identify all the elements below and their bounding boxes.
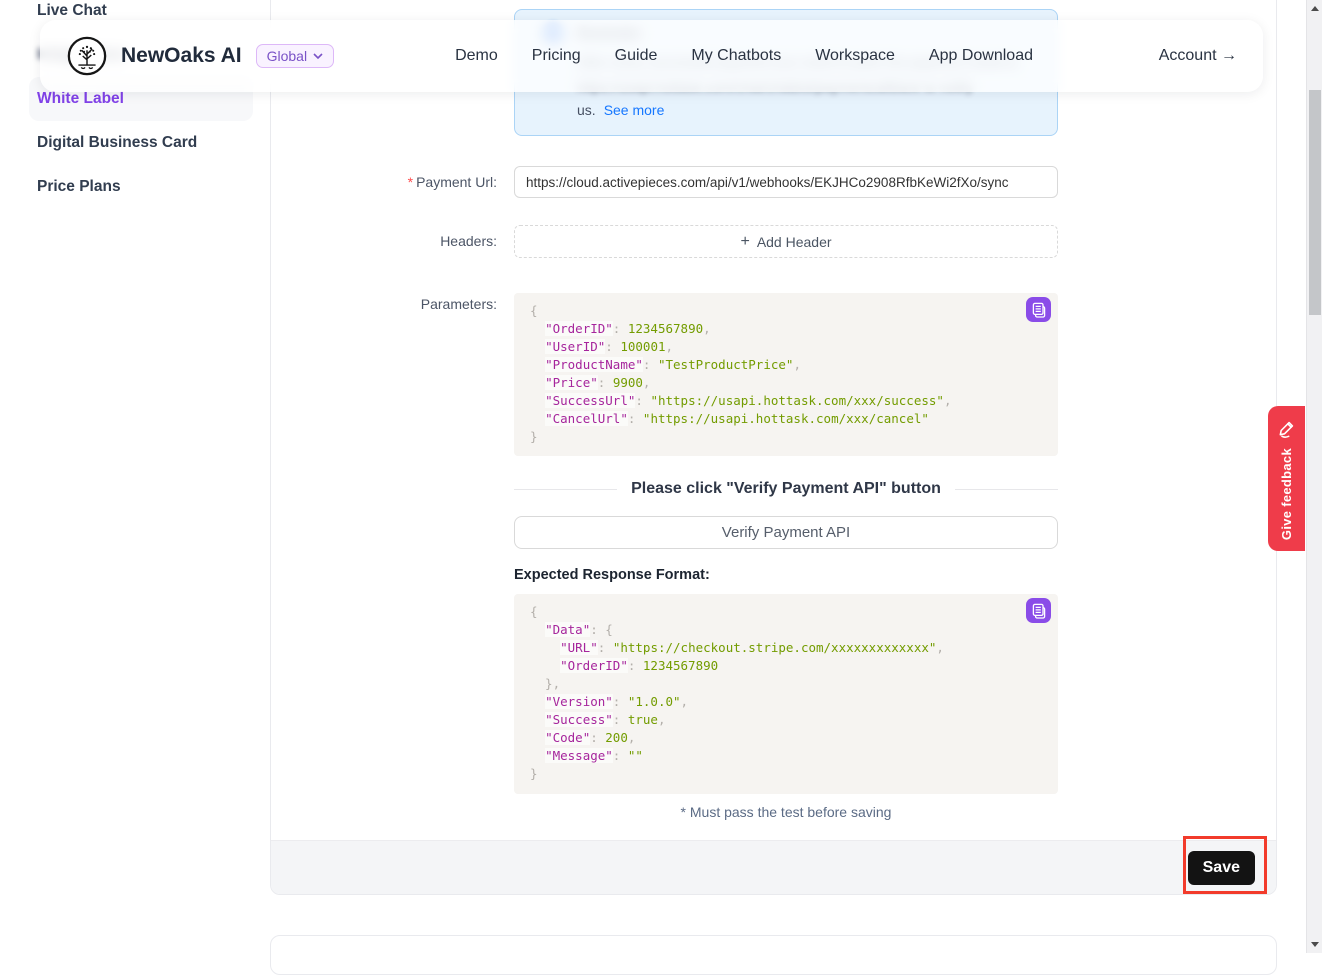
- oak-tree-logo[interactable]: [66, 35, 108, 77]
- pencil-icon: [1277, 418, 1297, 438]
- verify-payment-api-button[interactable]: Verify Payment API: [514, 516, 1058, 549]
- page-scrollbar[interactable]: [1306, 0, 1322, 953]
- payment-url-label: *Payment Url:: [271, 166, 497, 198]
- scrollbar-thumb[interactable]: [1309, 90, 1321, 315]
- parameters-code-block: { "OrderID": 1234567890, "UserID": 10000…: [514, 293, 1058, 456]
- response-json: { "Data": { "URL": "https://checkout.str…: [530, 603, 1042, 783]
- region-selector[interactable]: Global: [256, 44, 334, 68]
- plus-icon: +: [740, 234, 749, 250]
- up-arrow-icon[interactable]: [1311, 6, 1319, 11]
- headers-label: Headers:: [271, 225, 497, 258]
- white-label-panel: Reminder After every successful payment …: [270, 0, 1277, 895]
- copy-document-icon[interactable]: [1026, 598, 1051, 623]
- response-code-block: { "Data": { "URL": "https://checkout.str…: [514, 594, 1058, 794]
- payment-url-input[interactable]: [514, 166, 1058, 198]
- verify-instruction-divider: Please click "Verify Payment API" button: [514, 480, 1058, 498]
- nav-item-demo[interactable]: Demo: [455, 47, 498, 65]
- add-header-button[interactable]: + Add Header: [514, 225, 1058, 258]
- save-highlight-annotation: [1183, 836, 1267, 894]
- top-navbar: NewOaks AI Global Demo Pricing Guide My Cha…: [40, 20, 1263, 92]
- give-feedback-tab[interactable]: Give feedback: [1268, 406, 1305, 551]
- must-pass-note: * Must pass the test before saving: [514, 804, 1058, 820]
- nav-menu: Demo Pricing Guide My Chatbots Workspace App …: [455, 47, 1033, 65]
- next-section-card: [270, 935, 1277, 975]
- see-more-link[interactable]: See more: [604, 102, 665, 118]
- nav-item-pricing[interactable]: Pricing: [532, 47, 581, 65]
- account-link[interactable]: Account →: [1159, 47, 1237, 65]
- parameters-label: Parameters:: [271, 296, 497, 312]
- brand-name[interactable]: NewOaks AI: [121, 44, 242, 68]
- reminder-tail-text: us.See more: [577, 102, 664, 118]
- required-asterisk: *: [408, 174, 413, 190]
- expected-response-label: Expected Response Format:: [514, 567, 710, 583]
- nav-item-my-chatbots[interactable]: My Chatbots: [691, 47, 781, 65]
- sidebar-item-digital-business-card[interactable]: Digital Business Card: [0, 121, 270, 165]
- parameters-json: { "OrderID": 1234567890, "UserID": 10000…: [530, 302, 1042, 446]
- nav-item-app-download[interactable]: App Download: [929, 47, 1033, 65]
- panel-footer: Save: [271, 840, 1276, 894]
- down-arrow-icon[interactable]: [1311, 942, 1319, 947]
- nav-item-guide[interactable]: Guide: [615, 47, 658, 65]
- sidebar-item-price-plans[interactable]: Price Plans: [0, 165, 270, 209]
- copy-document-icon[interactable]: [1026, 297, 1051, 322]
- chevron-down-icon: [313, 53, 323, 60]
- feedback-label: Give feedback: [1279, 448, 1294, 540]
- nav-item-workspace[interactable]: Workspace: [815, 47, 895, 65]
